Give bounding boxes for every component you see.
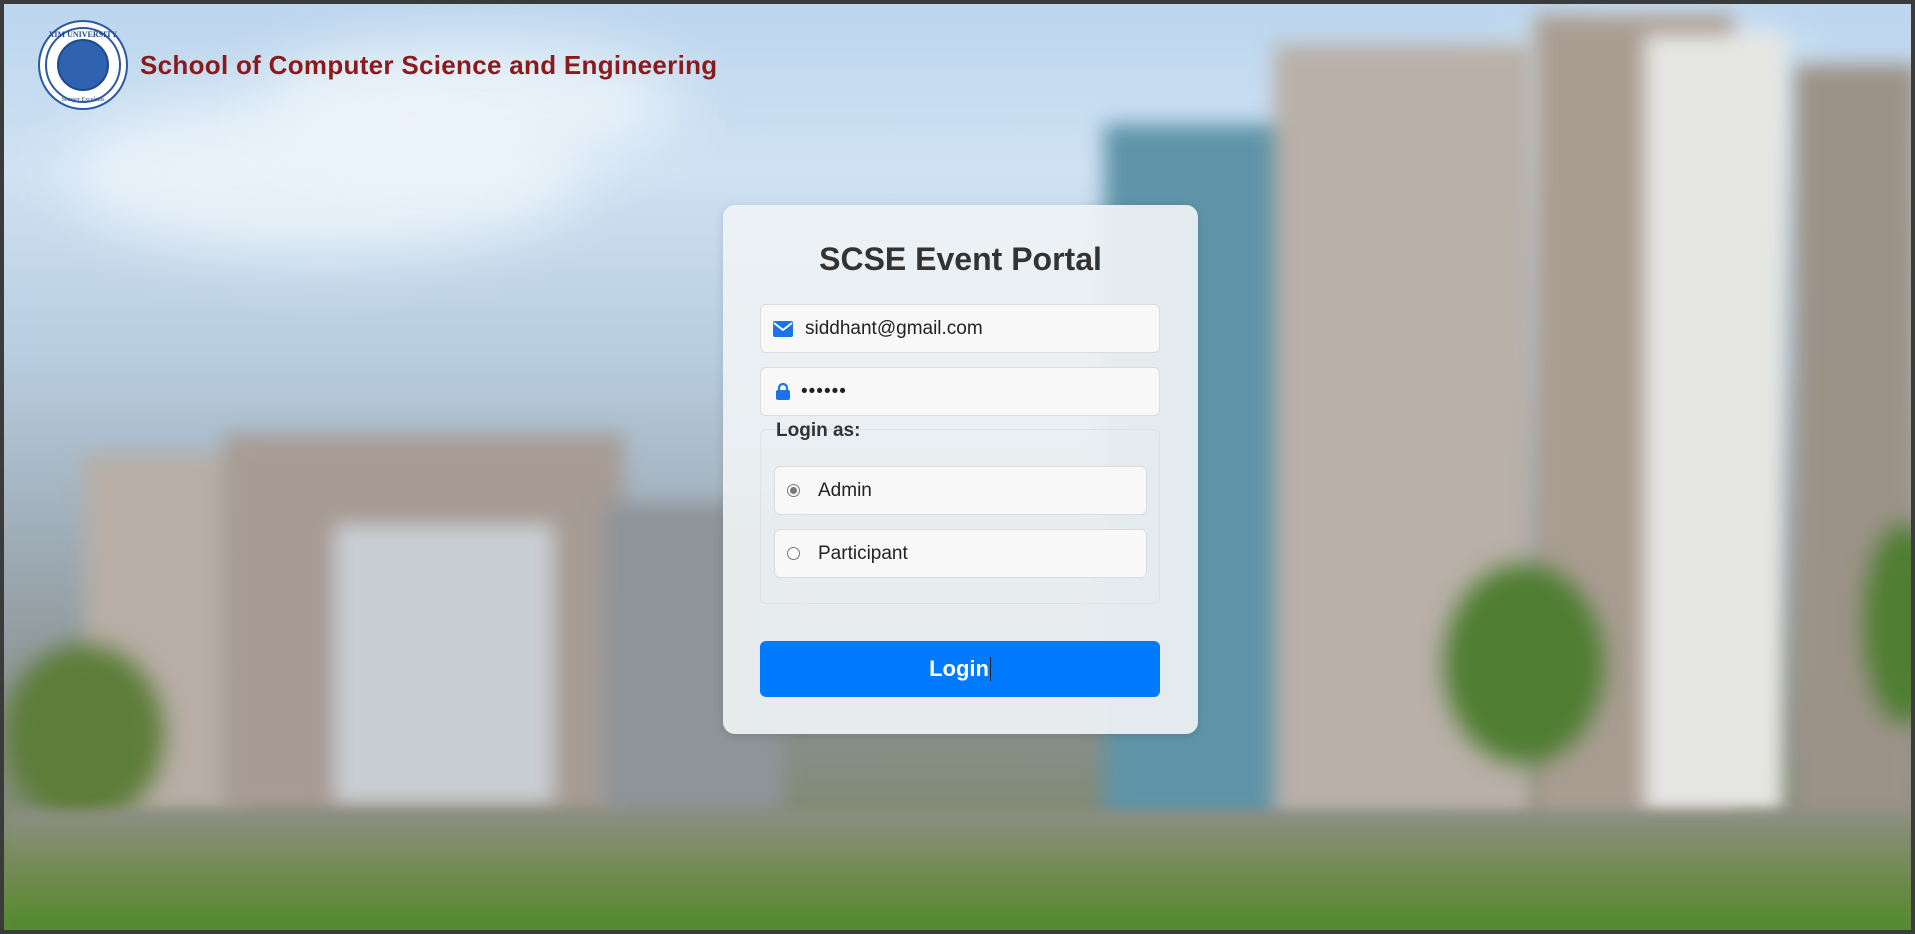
login-button[interactable]: Login — [760, 641, 1160, 697]
logo-text-top: XIM UNIVERSITY — [48, 30, 118, 39]
site-header: XIM UNIVERSITY Semper Excelsius School o… — [38, 20, 717, 110]
envelope-icon — [773, 319, 793, 339]
text-cursor — [989, 657, 991, 681]
participant-label: Participant — [818, 542, 908, 564]
portal-title: SCSE Event Portal — [819, 241, 1102, 277]
email-field[interactable] — [760, 304, 1160, 353]
password-input[interactable] — [799, 379, 1123, 404]
radio-option-admin[interactable]: Admin — [774, 466, 1147, 515]
app-window: XIM UNIVERSITY Semper Excelsius School o… — [0, 0, 1915, 934]
university-logo: XIM UNIVERSITY Semper Excelsius — [38, 20, 128, 110]
login-as-group: Login as: Admin Participant — [760, 420, 1160, 604]
participant-radio-button[interactable] — [787, 547, 800, 560]
admin-label: Admin — [818, 479, 872, 501]
site-title: School of Computer Science and Engineeri… — [140, 49, 718, 80]
logo-text-bottom: Semper Excelsius — [61, 97, 105, 103]
login-button-label: Login — [929, 656, 989, 681]
admin-radio-button[interactable] — [787, 484, 800, 497]
lock-icon — [773, 382, 793, 402]
password-field[interactable] — [760, 367, 1160, 416]
email-input[interactable] — [803, 316, 1127, 341]
radio-option-participant[interactable]: Participant — [774, 529, 1147, 578]
login-as-label: Login as: — [776, 420, 861, 441]
login-card: SCSE Event Portal Login as: — [723, 205, 1198, 734]
